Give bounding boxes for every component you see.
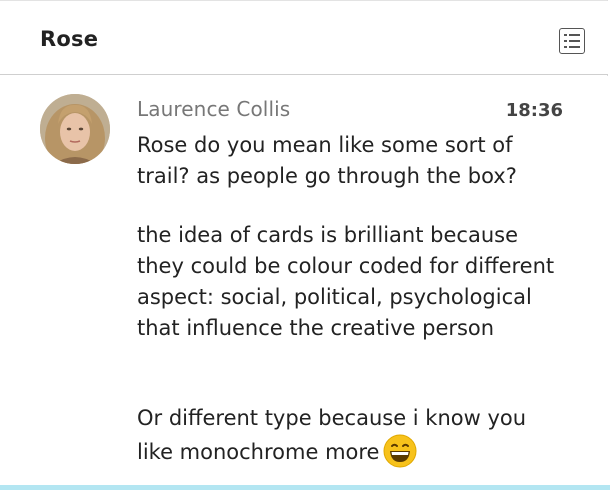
- message-area: Laurence Collis 18:36 Rose do you mean l…: [0, 76, 608, 486]
- bottom-accent-bar: [0, 485, 610, 490]
- sender-name: Laurence Collis: [137, 97, 291, 121]
- message-time: 18:36: [505, 100, 563, 121]
- chat-header: Rose: [0, 1, 608, 75]
- message-paragraph-3-text: Or different type because i know you lik…: [137, 406, 527, 464]
- chat-window: Rose Laurence Collis 18:36 Rose do you m…: [0, 0, 608, 486]
- grinning-face-icon: [383, 434, 417, 477]
- message-paragraph-3: Or different type because i know you lik…: [137, 403, 567, 477]
- list-icon[interactable]: [559, 28, 585, 54]
- chat-title: Rose: [40, 27, 99, 51]
- message-paragraph-1: Rose do you mean like some sort of trail…: [137, 133, 517, 188]
- avatar[interactable]: [40, 94, 110, 164]
- message-paragraph-2: the idea of cards is brilliant because t…: [137, 223, 555, 340]
